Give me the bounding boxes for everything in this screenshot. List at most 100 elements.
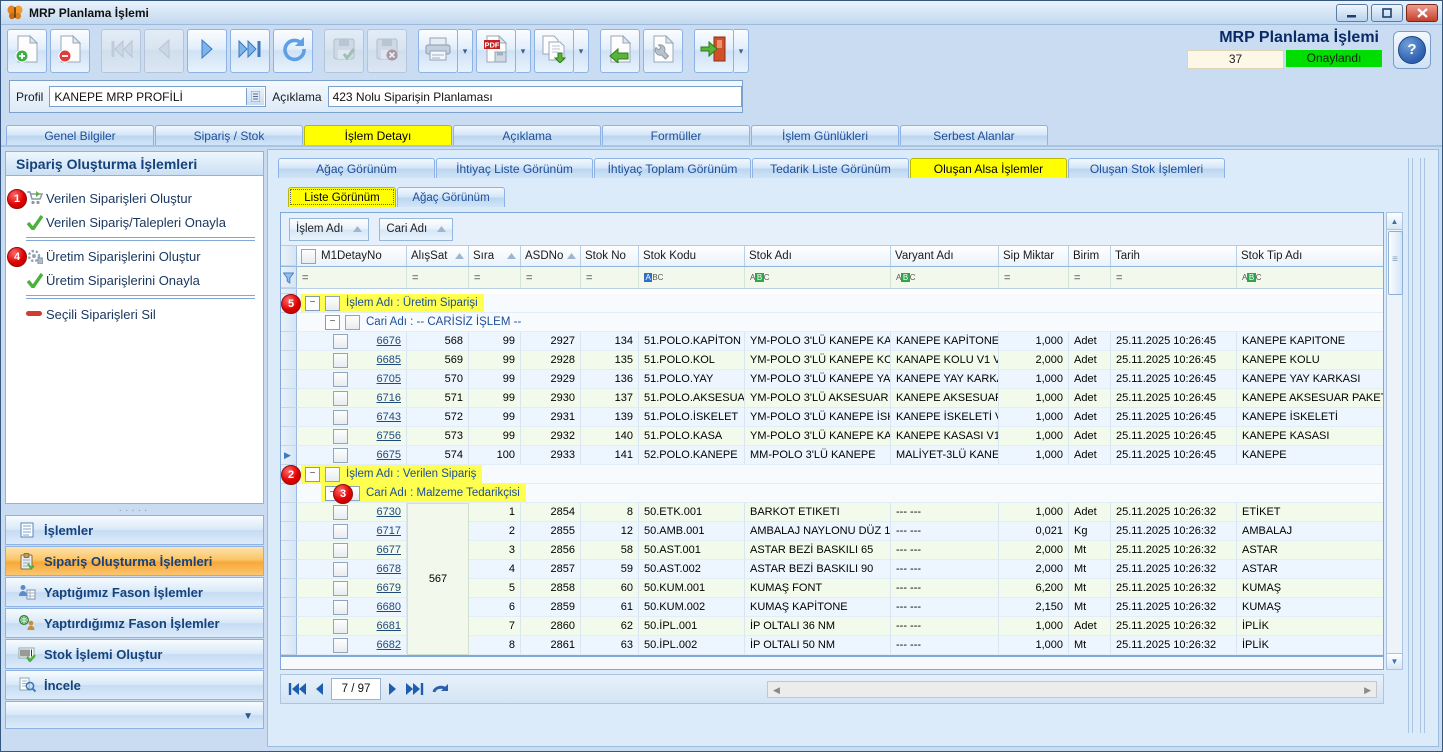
print-button[interactable] <box>418 29 458 73</box>
exit-button[interactable] <box>694 29 734 73</box>
tab-view-3[interactable]: İhtiyaç Toplam Görünüm <box>594 158 751 178</box>
row-checkbox[interactable] <box>333 562 348 577</box>
row-checkbox[interactable] <box>333 429 348 444</box>
row-checkbox[interactable] <box>333 372 348 387</box>
refresh-button[interactable] <box>273 29 313 73</box>
row-checkbox[interactable] <box>333 600 348 615</box>
tab-main-1[interactable]: Genel Bilgiler <box>6 125 154 145</box>
m1detayno-link[interactable]: 6681 <box>377 620 401 632</box>
column-header-10[interactable]: Birim <box>1069 246 1111 266</box>
m1detayno-link[interactable]: 6730 <box>377 506 401 518</box>
row-checkbox[interactable] <box>333 448 348 463</box>
filter-cell-2[interactable]: = <box>407 267 469 288</box>
sidebar-nav-6[interactable]: İncele <box>5 670 264 700</box>
group-row-islem-adi-2[interactable]: −İşlem Adı : Verilen Sipariş2 <box>281 465 1383 484</box>
row-checkbox[interactable] <box>333 334 348 349</box>
pdf-export-button[interactable]: PDF <box>476 29 516 73</box>
row-checkbox[interactable] <box>333 391 348 406</box>
scrollbar-thumb[interactable] <box>1388 231 1403 295</box>
copy-button[interactable] <box>534 29 574 73</box>
tab-view-1[interactable]: Ağaç Görünüm <box>278 158 435 178</box>
column-header-2[interactable]: AlışSat <box>407 246 469 266</box>
group-by-2[interactable]: Cari Adı <box>379 218 453 241</box>
column-header-6[interactable]: Stok Kodu <box>639 246 745 266</box>
group-checkbox[interactable] <box>345 315 360 330</box>
print-button-dropdown[interactable]: ▾ <box>458 29 473 73</box>
m1detayno-link[interactable]: 6716 <box>377 392 401 404</box>
filter-cell-11[interactable]: = <box>1111 267 1237 288</box>
import-button[interactable] <box>600 29 640 73</box>
row-checkbox[interactable] <box>333 410 348 425</box>
profil-input[interactable]: KANEPE MRP PROFİLİ <box>49 86 266 107</box>
tab-main-5[interactable]: Formüller <box>602 125 750 145</box>
tab-view-5[interactable]: Oluşan Alsa İşlemler <box>910 158 1067 178</box>
filter-cell-12[interactable]: ABC <box>1237 267 1383 288</box>
sidebar-nav-4[interactable]: Yaptırdığımız Fason İşlemler <box>5 608 264 638</box>
restore-button[interactable] <box>1371 4 1403 22</box>
m1detayno-link[interactable]: 6677 <box>377 544 401 556</box>
m1detayno-link[interactable]: 6743 <box>377 411 401 423</box>
group-row-cari-adi-2[interactable]: −Cari Adı : Malzeme Tedarikçisi3 <box>281 484 1383 503</box>
aciklama-input[interactable]: 423 Nolu Siparişin Planlaması <box>328 86 742 107</box>
filter-cell-9[interactable]: = <box>999 267 1069 288</box>
copy-button-dropdown[interactable]: ▾ <box>574 29 589 73</box>
hscroll-left-arrow[interactable]: ◀ <box>773 685 780 696</box>
hscroll-right-arrow[interactable]: ▶ <box>1364 685 1371 696</box>
help-button[interactable]: ? <box>1393 31 1431 69</box>
m1detayno-link[interactable]: 6685 <box>377 354 401 366</box>
data-row[interactable]: 671657199293013751.POLO.AKSESUAYM-POLO 3… <box>281 389 1383 408</box>
m1detayno-link[interactable]: 6676 <box>377 335 401 347</box>
sidebar-action-4[interactable]: 4Üretim Siparişlerini Oluştur <box>6 244 263 268</box>
profil-lookup-button[interactable] <box>246 88 264 105</box>
row-checkbox[interactable] <box>333 353 348 368</box>
filter-cell-4[interactable]: = <box>521 267 581 288</box>
filter-cell-1[interactable]: = <box>297 267 407 288</box>
sidebar-nav-1[interactable]: İşlemler <box>5 515 264 545</box>
minimize-button[interactable] <box>1336 4 1368 22</box>
m1detayno-link[interactable]: 6679 <box>377 582 401 594</box>
row-checkbox[interactable] <box>333 505 348 520</box>
filter-cell-5[interactable]: = <box>581 267 639 288</box>
data-row[interactable]: 667656899292713451.POLO.KAPİTONYM-POLO 3… <box>281 332 1383 351</box>
tab-view-2[interactable]: İhtiyaç Liste Görünüm <box>436 158 593 178</box>
collapse-icon[interactable]: − <box>305 467 320 482</box>
pager-next-button[interactable] <box>387 682 399 696</box>
row-checkbox[interactable] <box>333 524 348 539</box>
filter-cell-7[interactable]: ABC <box>745 267 891 288</box>
tab-main-6[interactable]: İşlem Günlükleri <box>751 125 899 145</box>
m1detayno-link[interactable]: 6678 <box>377 563 401 575</box>
collapse-icon[interactable]: − <box>325 315 340 330</box>
pager-last-button[interactable] <box>405 682 425 696</box>
pdf-export-button-dropdown[interactable]: ▾ <box>516 29 531 73</box>
filter-cell-8[interactable]: ABC <box>891 267 999 288</box>
m1detayno-link[interactable]: 6680 <box>377 601 401 613</box>
column-header-7[interactable]: Stok Adı <box>745 246 891 266</box>
data-row[interactable]: 674357299293113951.POLO.İSKELETYM-POLO 3… <box>281 408 1383 427</box>
tab-sub-1[interactable]: Liste Görünüm <box>288 187 396 207</box>
group-row-cari-adi-1[interactable]: −Cari Adı : -- CARİSİZ İŞLEM -- <box>281 313 1383 332</box>
data-row[interactable]: 675657399293214051.POLO.KASAYM-POLO 3'LÜ… <box>281 427 1383 446</box>
filter-cell-10[interactable]: = <box>1069 267 1111 288</box>
sidebar-action-5[interactable]: Üretim Siparişlerini Onayla <box>6 268 263 292</box>
column-header-3[interactable]: Sıra <box>469 246 521 266</box>
sidebar-nav-2[interactable]: Sipariş Oluşturma İşlemleri <box>5 546 264 576</box>
vertical-scrollbar[interactable]: ▲ ▼ <box>1386 212 1403 670</box>
horizontal-scrollbar[interactable]: ◀ ▶ <box>767 681 1377 698</box>
column-header-9[interactable]: Sip Miktar <box>999 246 1069 266</box>
sidebar-action-2[interactable]: Verilen Sipariş/Talepleri Onayla <box>6 210 263 234</box>
column-header-12[interactable]: Stok Tip Adı <box>1237 246 1383 266</box>
row-checkbox[interactable] <box>333 543 348 558</box>
scroll-up-button[interactable]: ▲ <box>1387 213 1402 230</box>
new-record-button[interactable] <box>7 29 47 73</box>
column-header-4[interactable]: ASDNo <box>521 246 581 266</box>
pager-prev-button[interactable] <box>313 682 325 696</box>
column-header-5[interactable]: Stok No <box>581 246 639 266</box>
filter-cell-6[interactable]: ABC <box>639 267 745 288</box>
scroll-down-button[interactable]: ▼ <box>1387 653 1402 669</box>
pager-first-button[interactable] <box>287 682 307 696</box>
group-row-islem-adi-1[interactable]: −İşlem Adı : Üretim Siparişi5 <box>281 294 1383 313</box>
tab-view-6[interactable]: Oluşan Stok İşlemleri <box>1068 158 1225 178</box>
m1detayno-link[interactable]: 6675 <box>377 449 401 461</box>
collapse-icon[interactable]: − <box>305 296 320 311</box>
close-button[interactable] <box>1406 4 1438 22</box>
